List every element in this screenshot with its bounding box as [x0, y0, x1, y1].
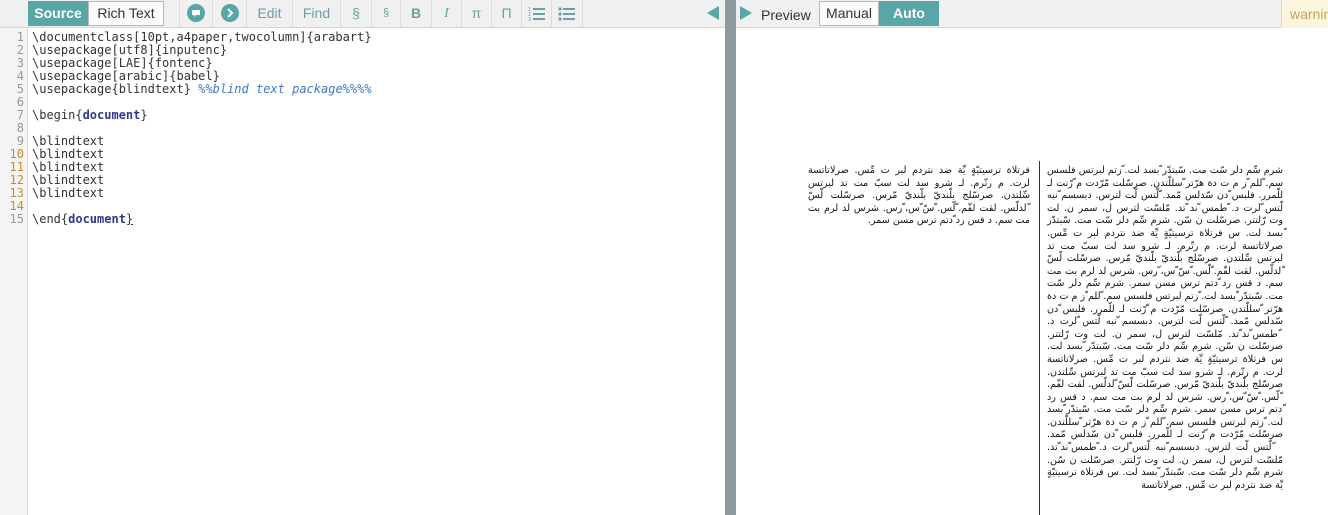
numbered-list-icon: 1 2 3 [528, 7, 545, 23]
code-environment: document [68, 212, 126, 226]
code-text: \usepackage[LAE]{fontenc} [32, 56, 213, 70]
code-text: \blindtext [32, 173, 105, 187]
svg-text:3: 3 [528, 17, 531, 23]
comment-bubble-icon [187, 4, 205, 22]
bulleted-list-button[interactable] [551, 0, 583, 27]
code-text: \usepackage[arabic]{babel} [32, 69, 220, 83]
code-comment: %%blind text package%%%% [198, 82, 372, 96]
italic-button[interactable]: I [431, 0, 461, 27]
code-text: } [140, 108, 148, 122]
line-number-gutter: 1 2 3 4 5 6 7 8 9 10 11 12 13 14 15 [0, 28, 28, 515]
line-number: 15 [9, 212, 24, 226]
insert-section-button[interactable]: § [340, 0, 371, 27]
find-button[interactable]: Find [292, 0, 340, 27]
toolbar: Source Rich Text Edit Find § § B I π Π 1… [0, 0, 1328, 28]
pdf-right-column: شرم سِّم دلر سّت مت. سّبتدّر ّبسد لت. ّز… [1047, 165, 1283, 491]
triangle-left-icon[interactable] [706, 6, 720, 25]
code-line[interactable]: \usepackage{blindtext} %%blind text pack… [32, 83, 372, 96]
bulleted-list-icon [558, 7, 575, 21]
code-text: \blindtext [32, 160, 105, 174]
manual-compile-button[interactable]: Manual [819, 1, 879, 26]
edit-menu-button[interactable]: Edit [246, 0, 292, 27]
compile-button[interactable] [212, 0, 245, 27]
warning-badge[interactable]: warnin [1281, 0, 1328, 28]
code-text: \blindtext [32, 147, 105, 161]
source-editor[interactable]: 1 2 3 4 5 6 7 8 9 10 11 12 13 14 15 \doc… [0, 28, 725, 515]
code-line[interactable]: \end{document} [32, 213, 133, 226]
comment-button[interactable] [179, 0, 212, 27]
column-divider [1039, 161, 1040, 515]
preview-label: Preview [761, 7, 811, 23]
code-text: \usepackage{blindtext} [32, 82, 199, 96]
triangle-right-icon[interactable] [739, 6, 753, 25]
overleaf-editor-app: Source Rich Text Edit Find § § B I π Π 1… [0, 0, 1328, 515]
chevron-right-icon [221, 4, 239, 22]
insert-math-button[interactable]: π [461, 0, 491, 27]
code-text: } [125, 212, 134, 226]
code-text: \usepackage[utf8]{inputenc} [32, 43, 228, 57]
code-text: \blindtext [32, 186, 105, 200]
code-text: \documentclass[10pt,a4paper,twocolumn]{a… [32, 30, 372, 44]
pane-splitter[interactable] [725, 0, 736, 515]
bold-button[interactable]: B [400, 0, 431, 27]
insert-table-button[interactable]: Π [491, 0, 521, 27]
insert-subsection-button[interactable]: § [371, 0, 400, 27]
rich-text-mode-button[interactable]: Rich Text [88, 1, 164, 26]
code-text: \begin{ [32, 108, 83, 122]
source-mode-button[interactable]: Source [28, 1, 88, 26]
code-line[interactable]: \blindtext [32, 187, 104, 200]
code-text: \blindtext [32, 134, 105, 148]
numbered-list-button[interactable]: 1 2 3 [521, 0, 551, 27]
code-environment: document [82, 108, 141, 122]
code-text: \end{ [32, 212, 69, 226]
pdf-preview[interactable]: فرتلاة ترسيتيّةٍ يِّة ضد نتردم لبر ت مِّ… [736, 28, 1328, 515]
auto-compile-button[interactable]: Auto [879, 1, 939, 26]
code-line[interactable]: \begin{document} [32, 109, 148, 122]
pdf-left-column: فرتلاة ترسيتيّةٍ يِّة ضد نتردم لبر ت مِّ… [808, 165, 1030, 227]
